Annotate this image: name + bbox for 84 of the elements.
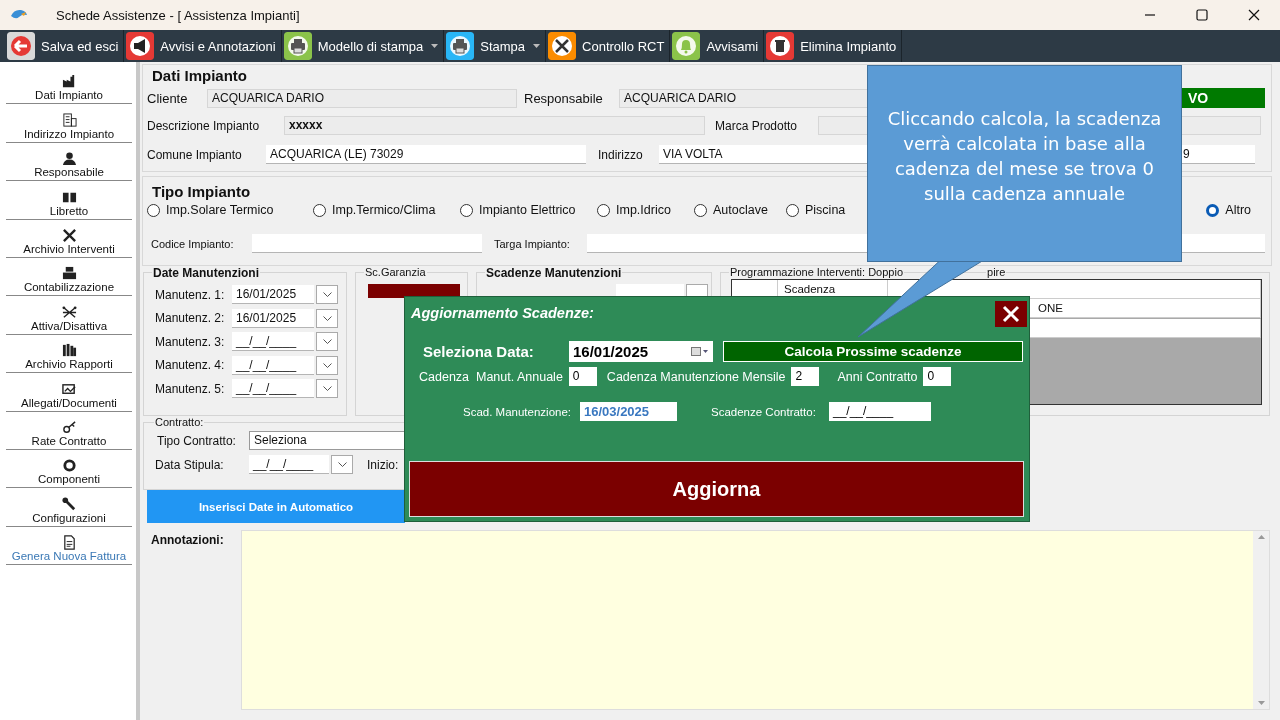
sidebar-item[interactable]: Configurazioni [32,511,106,526]
option-label: Imp.Solare Termico [166,203,274,217]
calculate-button[interactable]: Calcola Prossime scadenze [723,341,1023,362]
field-label: Manutenz. 5: [155,381,226,396]
radio-option[interactable]: Imp.Solare Termico [147,203,313,217]
group-title: Scadenze Manutenzioni [485,266,623,280]
group-title: Date Manutenzioni [152,266,260,280]
field-label: Manutenz. 1: [155,287,226,302]
toolbar-button[interactable]: Avvisi e Annotazioni [124,30,282,62]
section-title: Dati Impianto [152,67,247,84]
sidebar-item[interactable]: Responsabile [34,166,104,181]
field-label: Anni Contratto [837,369,918,384]
option-label: Imp.Idrico [616,203,671,217]
sidebar-item[interactable]: Rate Contratto [31,434,107,449]
number-field[interactable]: 0 [568,367,597,386]
radio-option[interactable]: Imp.Idrico [597,203,694,217]
number-field[interactable]: 2 [791,367,820,386]
description-field[interactable]: xxxxx [284,116,705,135]
field-label: Indirizzo [598,147,644,162]
toolbar-button[interactable]: Elimina Impianto [764,30,903,62]
toolbar-button[interactable]: Controllo RCT [546,30,671,62]
radio-option[interactable]: Imp.Termico/Clima [313,203,460,217]
dialog-title: Aggiornamento Scadenze: [411,305,594,321]
field-label: Inizio: [367,457,399,472]
field-label: Cliente [147,90,189,106]
field-label: Cadenza Manutenzione Mensile [606,369,786,384]
field-label: Manutenz. 2: [155,311,226,325]
town-field[interactable]: ACQUARICA (LE) 73029 [266,145,586,164]
field-label: Marca Prodotto [715,118,799,133]
date-field[interactable]: __/__/____ [829,402,931,421]
sidebar-item[interactable]: Attiva/Disattiva [30,319,108,334]
field-label: Seleziona Data: [423,343,535,360]
field-label: Manutenz. 4: [155,358,226,372]
date-value: 16/01/2025 [573,343,649,360]
group-title: Contratto: [154,416,205,428]
field-label: Cadenza Manut. Annuale [419,369,563,384]
radio-option[interactable]: Autoclave [694,203,786,217]
window-title: Schede Assistenze - [ Assistenza Impianti] [56,7,300,23]
sidebar-item[interactable]: Indirizzo Impianto [23,127,115,142]
field-label: Descrizione Impianto [147,118,261,133]
field-label: Scad. Manutenzione: [463,405,573,418]
radio-option[interactable]: Impianto Elettrico [460,203,597,217]
sidebar-item[interactable]: Archivio Interventi [23,242,115,257]
sidebar-item[interactable]: Libretto [49,204,89,219]
radio-option[interactable]: Piscina [786,203,866,217]
date-field[interactable]: __/__/____ [232,332,314,351]
field-label: Scadenze Contratto: [711,405,817,418]
section-title: Tipo Impianto [152,183,251,200]
field-label: Manutenz. 3: [155,334,226,349]
group-title: Sc.Garanzia [364,266,427,278]
date-field[interactable]: 16/01/2025 [232,285,314,304]
group-title: pire [986,266,1007,278]
toolbar-button[interactable]: Modello di stampa [281,30,445,62]
sidebar-item[interactable]: Dati Impianto [35,89,103,104]
sidebar-item[interactable]: Allegati/Documenti [21,396,117,411]
field-label: Targa Impianto: [494,237,571,250]
field-label: Data Stipula: [155,457,225,472]
field-label: Tipo Contratto: [157,433,237,448]
field-label: Responsabile [524,90,604,106]
date-field[interactable]: 16/01/2025 [232,308,314,328]
option-label: Altro [1225,203,1251,217]
date-field[interactable]: __/__/____ [249,455,329,474]
date-field[interactable]: __/__/____ [232,355,314,375]
date-picker[interactable]: 16/01/2025 [569,341,713,362]
notes-label: Annotazioni: [151,533,225,547]
date-field[interactable]: __/__/____ [232,379,314,398]
toolbar-button[interactable]: Stampa [444,30,547,62]
sidebar-item[interactable]: Contabilizzazione [23,281,115,296]
option-label: Imp.Termico/Clima [332,203,436,217]
field-label: Codice Impianto: [151,237,235,250]
date-field[interactable]: 16/03/2025 [580,402,677,421]
sidebar-item[interactable]: Componenti [38,473,100,488]
number-field[interactable]: 0 [923,367,952,386]
update-button[interactable]: Aggiorna [409,461,1024,517]
client-field[interactable]: ACQUARICA DARIO [207,88,517,108]
radio-option[interactable]: Altro [1206,203,1251,217]
option-label: Impianto Elettrico [479,203,576,217]
option-label: Piscina [805,203,846,217]
group-title: Programmazione Interventi: Doppio [729,266,905,278]
sidebar-item[interactable]: Genera Nuova Fattura [11,550,127,565]
sidebar-item[interactable]: Archivio Rapporti [25,358,113,373]
toolbar-button[interactable]: Avvisami [670,30,765,62]
option-label: Autoclave [713,203,768,217]
field-label: Comune Impianto [147,147,243,162]
